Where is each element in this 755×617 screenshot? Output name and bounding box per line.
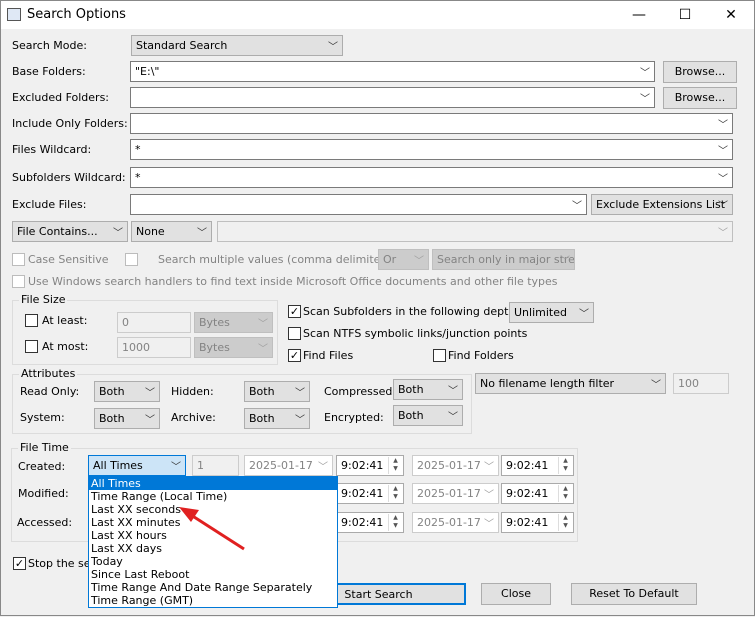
annotation-arrow-icon [179,507,245,551]
search-options-window: Search Options — ☐ ✕ Search Mode: Standa… [0,0,755,616]
